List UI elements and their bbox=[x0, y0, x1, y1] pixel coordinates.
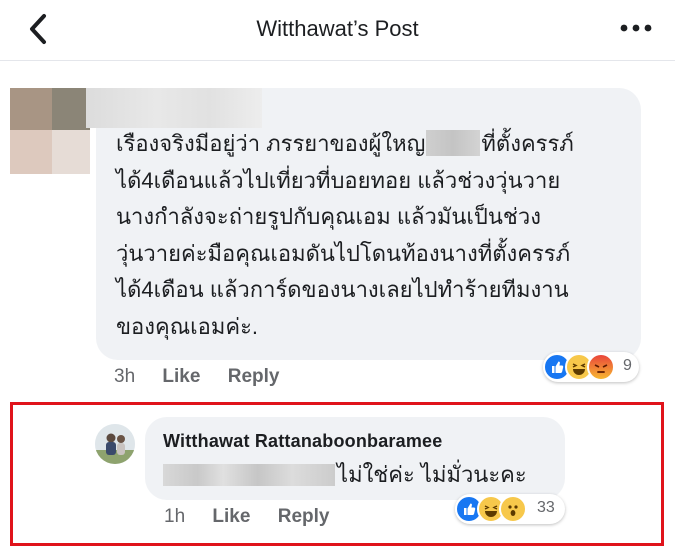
redacted-author-name bbox=[86, 88, 262, 128]
comment-line: ของคุณเอมค่ะ. bbox=[116, 313, 259, 339]
redacted-text bbox=[163, 464, 335, 486]
reply-author-name[interactable]: Witthawat Rattanaboonbaramee bbox=[163, 431, 442, 452]
angry-reaction-icon bbox=[587, 353, 615, 381]
redacted-text bbox=[426, 130, 481, 156]
comment-line: เรืองจริงมีอยู่ว่า ภรรยาของผู้ใหญ ที่ตั้ง… bbox=[116, 130, 574, 156]
comment-line: ได้4เดือน แล้วการ์ดของนางเลยไปทำร้ายทีมง… bbox=[116, 277, 569, 302]
profile-photo-icon bbox=[95, 424, 135, 464]
avatar[interactable] bbox=[95, 424, 135, 464]
like-button[interactable]: Like bbox=[212, 506, 250, 527]
reaction-count: 9 bbox=[623, 357, 632, 374]
like-button[interactable]: Like bbox=[162, 366, 200, 387]
more-dots-icon bbox=[620, 24, 652, 32]
comment-line: นางกำลังจะถ่ายรูปกับคุณเอม แล้วมันเป็นช่… bbox=[116, 204, 541, 229]
reply-text: ไม่ใช่ค่ะ ไม่มั่วนะคะ bbox=[163, 460, 527, 490]
reaction-summary[interactable]: 33 bbox=[455, 494, 565, 524]
more-options-button[interactable] bbox=[618, 14, 654, 42]
reaction-count: 33 bbox=[537, 499, 555, 516]
avatar[interactable] bbox=[10, 88, 90, 174]
comment-line: วุ่นวายค่ะมือคุณเอมดันไปโดนท้องนางที่ตั้… bbox=[116, 240, 571, 266]
comment-line: ได้4เดือนแล้วไปเที่ยวที่บอยทอย แล้วช่วงว… bbox=[116, 167, 561, 193]
post-header: Witthawat’s Post bbox=[0, 0, 675, 61]
comment-text: เรืองจริงมีอยู่ว่า ภรรยาของผู้ใหญ ที่ตั้ง… bbox=[116, 126, 636, 345]
reply-button[interactable]: Reply bbox=[278, 506, 330, 527]
reply-text-visible: ไม่ใช่ค่ะ ไม่มั่วนะคะ bbox=[337, 462, 527, 487]
comment-timestamp: 3h bbox=[114, 366, 136, 387]
comment-actions: 3h Like Reply bbox=[114, 366, 301, 388]
reply-actions: 1h Like Reply bbox=[164, 506, 351, 528]
page-title: Witthawat’s Post bbox=[256, 16, 419, 41]
reaction-summary[interactable]: 9 bbox=[543, 352, 639, 382]
wow-reaction-icon bbox=[499, 495, 527, 523]
reply-timestamp: 1h bbox=[164, 506, 186, 527]
reply-button[interactable]: Reply bbox=[228, 366, 280, 387]
